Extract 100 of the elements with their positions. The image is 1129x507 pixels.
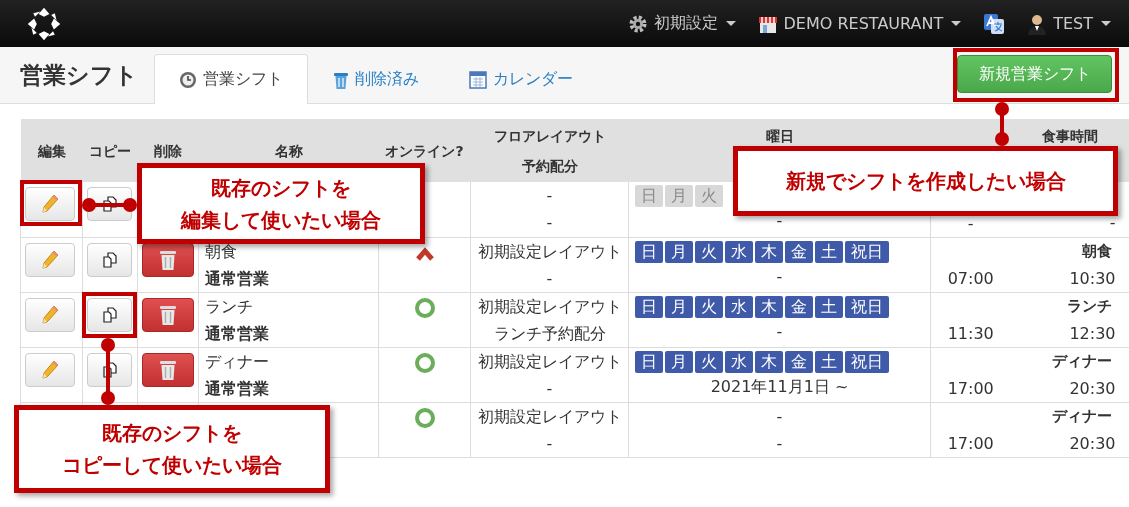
column-header: 名称: [274, 142, 303, 159]
column-header: オンライン?: [385, 142, 464, 159]
highlight-frame: [82, 292, 137, 338]
nav-menu[interactable]: TEST: [1027, 12, 1111, 35]
meal-name: 朝食: [1080, 240, 1113, 262]
tab[interactable]: カレンダー: [444, 54, 598, 104]
weekday-tag: 月: [665, 295, 693, 318]
caret-icon: [1101, 21, 1111, 26]
weekday-tag: 土: [815, 350, 843, 373]
floor-layout: 初期設定レイアウト: [476, 350, 623, 373]
callout-text: 既存のシフトを 編集して使いたい場合: [181, 174, 381, 234]
weekday-tag: 火: [695, 350, 723, 373]
weekday-tag: 土: [815, 295, 843, 318]
weekday-text: -: [775, 405, 784, 428]
nav-menu[interactable]: 初期設定: [627, 13, 736, 34]
allocation: -: [545, 267, 554, 290]
allocation: -: [545, 212, 554, 234]
date-range: -: [775, 265, 784, 288]
weekday-tag: 木: [755, 350, 783, 373]
weekday-tag: 金: [785, 350, 813, 373]
start-time: 07:00: [946, 267, 995, 290]
delete-button[interactable]: [142, 352, 194, 387]
user-icon: [1027, 12, 1048, 35]
weekday-tag: 月: [665, 240, 693, 263]
delete-button[interactable]: [142, 242, 194, 277]
date-range: -: [775, 320, 784, 343]
weekday-tag: 日: [635, 240, 663, 263]
nav-menu[interactable]: DEMO RESTAURANT: [757, 13, 962, 34]
pencil-icon: [40, 303, 60, 326]
copy-icon: [101, 306, 118, 323]
shift-name: ランチ: [205, 295, 254, 318]
copy-button[interactable]: [87, 352, 132, 387]
floor-layout: -: [545, 185, 554, 207]
tab[interactable]: 営業シフト: [154, 54, 308, 104]
start-time: 17:00: [946, 377, 995, 400]
weekday-tag: 月: [665, 350, 693, 373]
caret-icon: [951, 21, 962, 26]
date-range: 2021年11月1日 ~: [709, 375, 850, 398]
weekday-tag: 日: [635, 295, 663, 318]
caret-icon: [725, 21, 736, 26]
language-button[interactable]: [983, 12, 1006, 35]
column-header: 編集: [37, 142, 66, 159]
copy-icon: [101, 251, 118, 268]
start-time: -: [966, 212, 975, 235]
start-time: 11:30: [946, 322, 995, 345]
meal-name: ランチ: [1065, 295, 1113, 317]
copy-icon: [101, 361, 118, 378]
weekday-tag: 木: [755, 295, 783, 318]
copy-button[interactable]: [87, 297, 132, 332]
weekday-tag: 祝日: [845, 350, 889, 373]
end-time: 10:30: [1068, 267, 1116, 290]
logo-icon[interactable]: [26, 5, 62, 42]
weekday-tag: 水: [725, 350, 753, 373]
date-range: -: [775, 432, 784, 455]
clock-icon: [179, 70, 197, 89]
allocation: -: [545, 432, 554, 455]
column-header: 削除: [154, 142, 182, 159]
tab[interactable]: 削除済み: [308, 54, 444, 104]
trash-icon: [159, 248, 177, 271]
pencil-icon: [40, 193, 60, 215]
trash-icon: [159, 303, 177, 326]
weekday-tag: 土: [815, 240, 843, 263]
floor-layout: 初期設定レイアウト: [476, 405, 623, 428]
highlight-frame: [20, 180, 82, 226]
trash-icon: [159, 358, 177, 381]
column-header: 食事時間: [1042, 128, 1098, 144]
weekday-tag: 祝日: [845, 295, 889, 318]
translate-icon: [983, 12, 1006, 35]
meal-name: ディナー: [1050, 350, 1113, 372]
shift-type: 通常営業: [205, 267, 270, 290]
column-header: 曜日: [765, 128, 794, 144]
delete-button[interactable]: [142, 297, 194, 332]
allocation: -: [545, 377, 554, 400]
weekday-tag: 火: [695, 185, 723, 207]
weekday-tag: 火: [695, 295, 723, 318]
weekday-tag: 祝日: [845, 240, 889, 263]
callout-text: 新規でシフトを作成したい場合: [785, 168, 1066, 195]
weekday-tag: 月: [665, 185, 693, 207]
end-time: 20:30: [1068, 377, 1116, 400]
weekday-tag: 木: [755, 240, 783, 263]
weekday-tag: 火: [695, 240, 723, 263]
shift-type: 通常営業: [205, 377, 270, 400]
start-time: 17:00: [946, 432, 995, 455]
weekday-tag: 水: [725, 240, 753, 263]
copy-button[interactable]: [87, 242, 132, 277]
weekday-tag: 金: [785, 295, 813, 318]
weekday-tag: 日: [635, 185, 663, 207]
calendar-icon: [469, 70, 487, 89]
weekday-tag: 水: [725, 295, 753, 318]
pencil-icon: [40, 248, 60, 271]
end-time: 20:30: [1068, 432, 1116, 455]
page-title: 営業シフト: [20, 60, 138, 90]
shift-type: 通常営業: [205, 322, 270, 345]
end-time: 12:30: [1068, 322, 1116, 345]
floor-layout: 初期設定レイアウト: [476, 240, 623, 263]
callout-text: 既存のシフトを コピーして使いたい場合: [62, 420, 282, 479]
date-range: -: [775, 210, 784, 232]
gear-icon: [627, 13, 648, 34]
shift-name: 朝食: [205, 240, 238, 263]
floor-layout: 初期設定レイアウト: [476, 295, 623, 318]
